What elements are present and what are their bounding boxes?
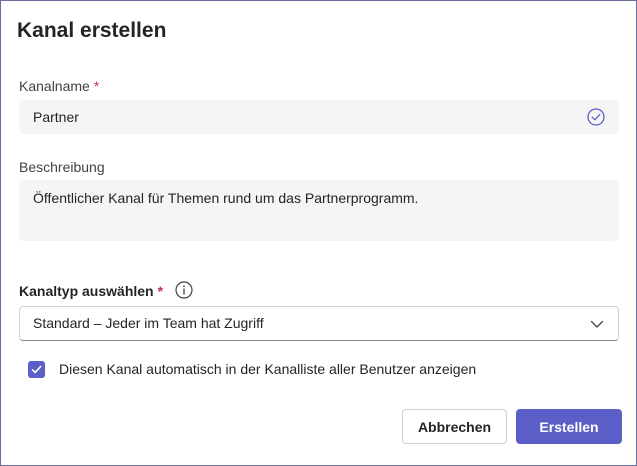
chevron-down-icon xyxy=(590,320,604,328)
cancel-button[interactable]: Abbrechen xyxy=(402,409,507,444)
check-circle-icon xyxy=(587,108,605,126)
channel-name-input[interactable]: Partner xyxy=(19,100,619,134)
info-icon[interactable] xyxy=(175,281,193,299)
channel-type-label-text: Kanaltyp auswählen xyxy=(19,283,154,299)
checkmark-icon xyxy=(31,365,42,374)
channel-type-select[interactable]: Standard – Jeder im Team hat Zugriff xyxy=(19,306,619,341)
channel-name-label-text: Kanalname xyxy=(19,78,90,94)
auto-show-checkbox[interactable] xyxy=(28,361,45,378)
create-channel-dialog: Kanal erstellen Kanalname * Partner Besch… xyxy=(0,0,637,466)
required-marker: * xyxy=(93,78,100,94)
description-label: Beschreibung xyxy=(19,159,105,175)
channel-type-selected: Standard – Jeder im Team hat Zugriff xyxy=(33,315,264,331)
dialog-title: Kanal erstellen xyxy=(17,19,167,42)
create-button[interactable]: Erstellen xyxy=(516,409,622,444)
required-marker: * xyxy=(157,283,164,299)
channel-name-label: Kanalname * xyxy=(19,78,99,94)
channel-name-value: Partner xyxy=(33,109,79,125)
description-value: Öffentlicher Kanal für Themen rund um da… xyxy=(33,190,419,206)
auto-show-label[interactable]: Diesen Kanal automatisch in der Kanallis… xyxy=(59,361,476,378)
description-textarea[interactable]: Öffentlicher Kanal für Themen rund um da… xyxy=(19,180,619,241)
channel-type-label: Kanaltyp auswählen * xyxy=(19,281,193,301)
